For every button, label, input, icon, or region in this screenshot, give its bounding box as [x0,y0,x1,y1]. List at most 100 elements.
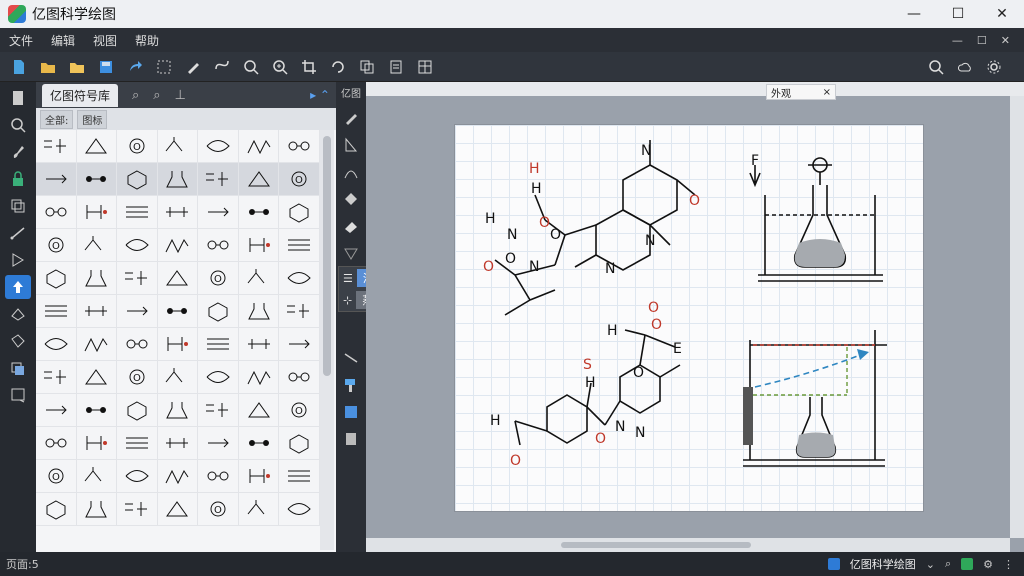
menu-help[interactable]: 帮助 [126,32,168,49]
lock-tool-button[interactable] [5,167,31,191]
symbol-item[interactable] [76,394,118,427]
symbol-item[interactable] [36,328,77,361]
symbol-item[interactable] [76,493,118,526]
symbol-item[interactable]: O [117,130,158,163]
symbol-item[interactable]: O [36,460,77,493]
symbol-item[interactable] [76,460,118,493]
redo-button[interactable] [124,56,146,78]
symbol-item[interactable] [238,196,280,229]
side-curve-button[interactable] [339,160,363,184]
symbol-item[interactable] [157,427,199,460]
library-sort-icon[interactable]: ⊥ [175,88,186,103]
select-tool-button[interactable] [153,56,175,78]
side-format-button[interactable] [339,373,363,397]
symbol-item[interactable] [157,196,199,229]
rotate-tool-button[interactable] [327,56,349,78]
canvas-horizontal-scrollbar[interactable] [366,538,1010,552]
category-select-secondary[interactable]: 图标 [77,109,108,129]
symbol-item[interactable] [117,394,158,427]
symbol-item[interactable] [36,493,77,526]
symbol-item[interactable] [279,262,320,295]
symbol-item[interactable] [157,262,199,295]
symbol-item[interactable] [157,361,199,394]
symbol-item[interactable] [279,460,320,493]
symbol-item[interactable] [238,295,280,328]
symbol-item[interactable] [279,196,320,229]
status-menu-icon[interactable]: ⋮ [1003,558,1014,571]
doc-minimize-button[interactable]: — [952,34,963,47]
symbol-item[interactable] [117,262,158,295]
symbol-item[interactable] [198,394,239,427]
status-green-icon[interactable] [961,558,974,570]
symbol-item[interactable] [198,328,239,361]
symbol-item[interactable] [238,460,280,493]
symbol-item[interactable] [117,229,158,262]
drawing-page[interactable]: H H O H N O O O N O N N N O H O E S H O … [454,124,924,512]
table-tool-button[interactable] [414,56,436,78]
symbol-item[interactable] [157,493,199,526]
maximize-button[interactable]: ☐ [936,0,980,28]
tag-tool-button[interactable] [5,329,31,353]
side-pen-button[interactable] [339,106,363,130]
symbol-item[interactable] [279,328,320,361]
symbol-item[interactable] [117,196,158,229]
polyline-tool-button[interactable] [5,248,31,272]
symbol-item[interactable] [76,262,118,295]
symbol-item[interactable] [36,130,77,163]
minimize-button[interactable]: — [892,0,936,28]
symbol-item[interactable] [157,460,199,493]
side-connector-button[interactable] [339,346,363,370]
connector-tool-button[interactable] [5,221,31,245]
symbol-item[interactable]: O [117,361,158,394]
library-tab[interactable]: 亿图符号库 [42,83,119,107]
symbol-item[interactable] [157,394,199,427]
symbol-item[interactable] [279,427,320,460]
side-triangle-button[interactable] [339,241,363,265]
library-collapse-icon[interactable]: ▸ ⌃ [310,88,330,102]
symbol-item[interactable] [76,328,118,361]
library-search-icon[interactable]: ⌕ [132,88,139,103]
crop-tool-button[interactable] [298,56,320,78]
symbol-item[interactable]: O [198,262,239,295]
status-dropdown-icon[interactable]: ⌄ [926,558,935,571]
symbol-item[interactable] [76,229,118,262]
symbol-item[interactable] [157,229,199,262]
brush-tool-button[interactable] [5,140,31,164]
canvas-scroll-thumb[interactable] [561,542,751,548]
symbol-item[interactable] [117,493,158,526]
symbol-item[interactable] [279,130,320,163]
menu-view[interactable]: 视图 [84,32,126,49]
arrow-tool-button[interactable] [5,275,31,299]
symbol-item[interactable] [36,394,77,427]
symbol-item[interactable] [117,427,158,460]
library-scroll-thumb[interactable] [323,136,331,376]
pen-tool-button[interactable] [182,56,204,78]
symbol-item[interactable] [76,295,118,328]
library-zoom-icon[interactable]: ⌕ [153,88,160,103]
symbol-item[interactable] [238,130,280,163]
symbol-item[interactable] [76,130,118,163]
symbol-item[interactable] [238,361,280,394]
symbol-item[interactable] [279,229,320,262]
zoom-out-button[interactable] [240,56,262,78]
symbol-item[interactable] [36,196,77,229]
symbol-item[interactable]: O [198,493,239,526]
symbol-item[interactable] [36,361,77,394]
symbol-item[interactable] [117,460,158,493]
zoom-in-button[interactable] [269,56,291,78]
library-scrollbar[interactable] [320,130,334,550]
page-tool-button[interactable] [5,86,31,110]
symbol-item[interactable]: O [279,163,320,196]
find-tool-button[interactable] [5,113,31,137]
symbol-item[interactable]: O [36,229,77,262]
symbol-item[interactable] [198,295,239,328]
symbol-item[interactable] [36,427,77,460]
symbol-item[interactable] [238,493,280,526]
symbol-item[interactable]: O [279,394,320,427]
symbol-item[interactable] [157,295,199,328]
symbol-item[interactable] [238,394,280,427]
paste-style-button[interactable] [385,56,407,78]
symbol-item[interactable] [238,262,280,295]
molecule-bottom[interactable] [514,329,681,446]
side-fill-button[interactable] [339,187,363,211]
